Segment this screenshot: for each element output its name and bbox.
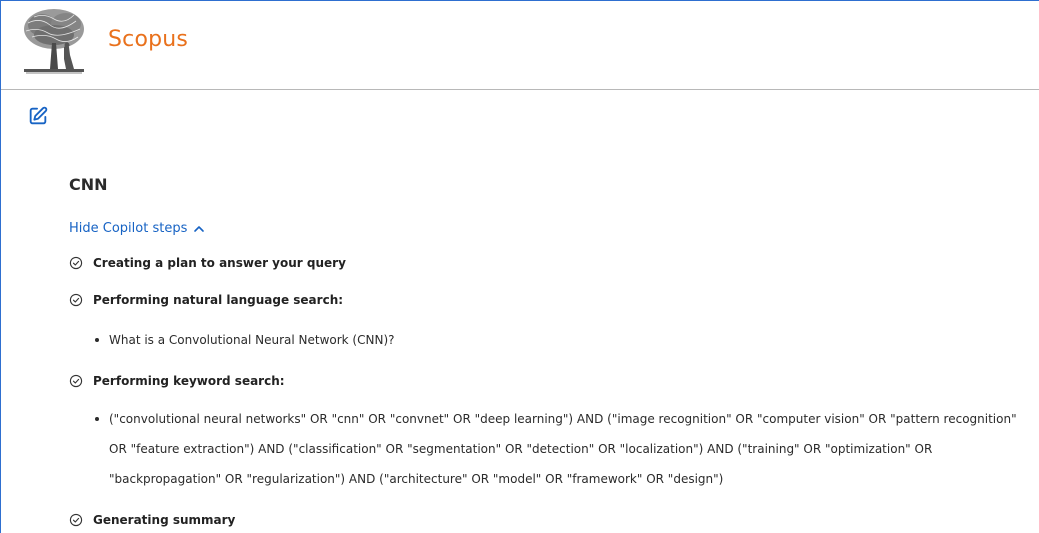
query-title: CNN — [69, 175, 108, 194]
step-label: Generating summary — [93, 513, 236, 527]
chevron-up-icon — [194, 226, 205, 232]
step-label: Performing keyword search: — [93, 374, 285, 388]
list-item: What is a Convolutional Neural Network (… — [95, 325, 1029, 355]
brand-name[interactable]: Scopus — [108, 27, 188, 52]
check-circle-icon — [69, 374, 83, 388]
elsevier-tree-logo[interactable] — [20, 7, 88, 77]
hide-copilot-steps-button[interactable]: Hide Copilot steps — [69, 219, 205, 239]
step-label: Performing natural language search: — [93, 293, 344, 307]
step-item: Creating a plan to answer your query — [69, 253, 1029, 273]
toggle-label: Hide Copilot steps — [69, 221, 188, 236]
step-item: Generating summary — [69, 510, 1029, 530]
step-label: Creating a plan to answer your query — [93, 256, 346, 270]
app-frame: Scopus CNN Hide Copilot steps Creating a… — [0, 0, 1039, 533]
check-circle-icon — [69, 256, 83, 270]
step-item: Performing natural language search: — [69, 290, 1029, 310]
check-circle-icon — [69, 513, 83, 527]
step-sub-list: What is a Convolutional Neural Network (… — [69, 325, 1029, 355]
edit-pencil-icon[interactable] — [27, 105, 49, 127]
step-item: Performing keyword search: — [69, 371, 1029, 391]
check-circle-icon — [69, 293, 83, 307]
copilot-steps: Creating a plan to answer your query Per… — [69, 253, 1029, 530]
header: Scopus — [1, 1, 1039, 90]
step-sub-list: ("convolutional neural networks" OR "cnn… — [69, 404, 1025, 494]
copilot-answer: CNN Hide Copilot steps Creating a plan t… — [69, 173, 1029, 533]
list-item: ("convolutional neural networks" OR "cnn… — [95, 404, 1025, 494]
